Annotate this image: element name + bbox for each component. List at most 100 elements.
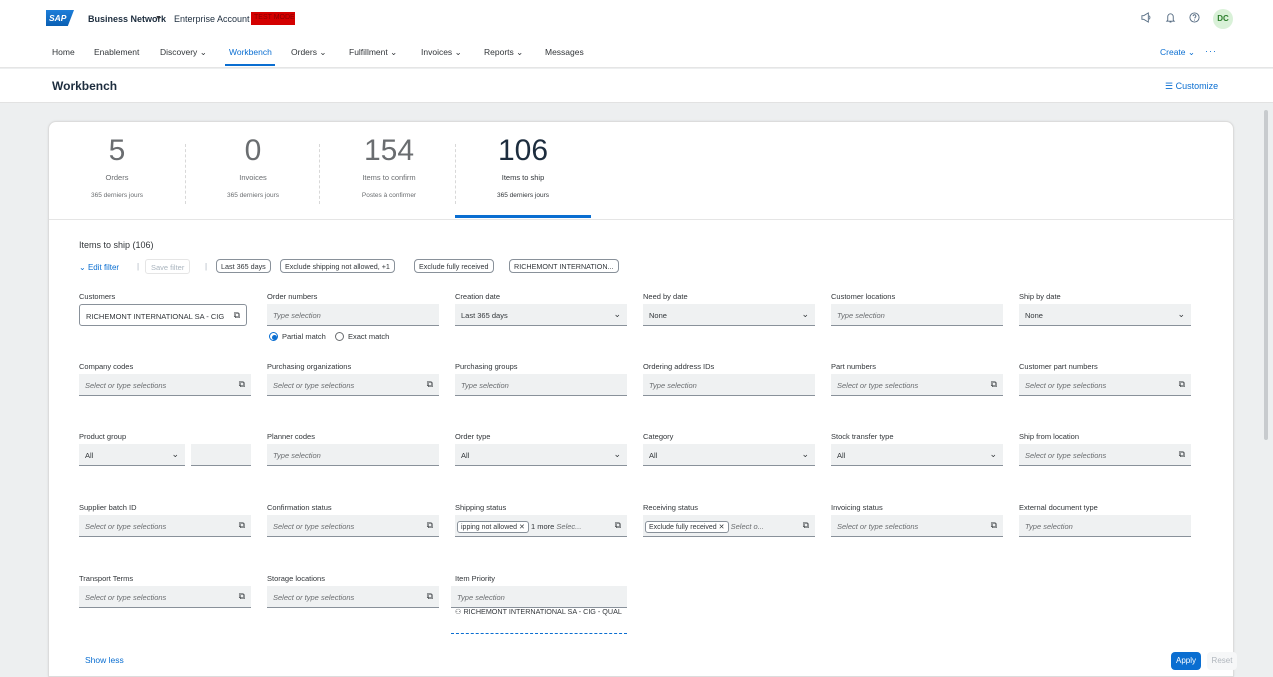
order-numbers-input[interactable]: Type selection <box>267 304 439 326</box>
value-help-icon[interactable]: ⧉ <box>234 310 240 321</box>
product-group-select[interactable]: All ⌄ <box>79 444 185 466</box>
placeholder: Selec... <box>556 522 582 531</box>
filter-chip[interactable]: RICHEMONT INTERNATION... <box>509 259 619 273</box>
transport-terms-input[interactable]: Select or type selections ⧉ <box>79 586 251 608</box>
purchasing-orgs-input[interactable]: Select or type selections ⧉ <box>267 374 439 396</box>
value-help-icon[interactable]: ⧉ <box>1179 379 1185 390</box>
item-priority-input[interactable]: Type selection <box>451 586 627 608</box>
placeholder: Select or type selections <box>837 381 919 390</box>
megaphone-icon[interactable] <box>1141 12 1152 26</box>
product-group-input[interactable] <box>191 444 251 466</box>
nav-invoices[interactable]: Invoices ⌄ <box>421 47 462 58</box>
value-help-icon[interactable]: ⧉ <box>1179 449 1185 460</box>
nav-messages[interactable]: Messages <box>545 47 584 57</box>
filter-chip[interactable]: Exclude shipping not allowed, +1 <box>280 259 395 273</box>
page-header: Workbench ☰ Customize <box>0 69 1273 103</box>
nav-workbench[interactable]: Workbench <box>229 47 272 57</box>
close-icon[interactable]: ✕ <box>519 524 525 531</box>
value-help-icon[interactable]: ⧉ <box>239 520 245 531</box>
confirmation-status-input[interactable]: Select or type selections ⧉ <box>267 515 439 537</box>
help-icon[interactable] <box>1189 12 1200 26</box>
shipping-status-label: Shipping status <box>455 503 507 512</box>
reset-button[interactable]: Reset <box>1207 652 1237 670</box>
nav-discovery[interactable]: Discovery ⌄ <box>160 47 207 58</box>
customer-locations-input[interactable]: Type selection <box>831 304 1003 326</box>
save-filter-button[interactable]: Save filter <box>145 259 191 274</box>
planner-codes-input[interactable]: Type selection <box>267 444 439 466</box>
separator: | <box>137 262 140 271</box>
apply-button[interactable]: Apply <box>1171 652 1201 670</box>
customize-icon: ☰ <box>1165 81 1174 91</box>
need-by-date-select[interactable]: None ⌄ <box>643 304 815 326</box>
value-help-icon[interactable]: ⧉ <box>991 379 997 390</box>
nav-enablement[interactable]: Enablement <box>94 47 139 57</box>
nav-home[interactable]: Home <box>52 47 75 57</box>
creation-date-select[interactable]: Last 365 days ⌄ <box>455 304 627 326</box>
customer-part-numbers-input[interactable]: Select or type selections ⧉ <box>1019 374 1191 396</box>
edit-filter-button[interactable]: ⌄ Edit filter <box>79 263 119 272</box>
tile-items-to-ship[interactable]: 106 Items to ship 365 derniers jours <box>458 134 588 199</box>
ordering-address-input[interactable]: Type selection <box>643 374 815 396</box>
suggestion-item[interactable]: ⚇ RICHEMONT INTERNATIONAL SA - CIG - QUA… <box>451 606 627 634</box>
tile-sub: Postes à confirmer <box>361 192 417 199</box>
shipping-status-input[interactable]: ipping not allowed ✕ 1 more Selec... ⧉ <box>455 515 627 537</box>
order-type-select[interactable]: All ⌄ <box>455 444 627 466</box>
ship-by-date-select[interactable]: None ⌄ <box>1019 304 1191 326</box>
purchasing-groups-input[interactable]: Type selection <box>455 374 627 396</box>
bell-icon[interactable] <box>1165 12 1176 26</box>
placeholder: Select o... <box>730 522 764 531</box>
value-help-icon[interactable]: ⧉ <box>803 520 809 531</box>
exact-match-radio[interactable]: Exact match <box>335 332 389 341</box>
customers-field[interactable]: RICHEMONT INTERNATIONAL SA - CIG ⧉ <box>79 304 247 326</box>
avatar[interactable]: DC <box>1213 9 1233 29</box>
filter-chip[interactable]: Exclude fully received <box>414 259 494 273</box>
partial-match-radio[interactable]: Partial match <box>269 332 326 341</box>
category-select[interactable]: All ⌄ <box>643 444 815 466</box>
tile-orders[interactable]: 5 Orders 365 derniers jours <box>52 134 182 199</box>
value-help-icon[interactable]: ⧉ <box>239 379 245 390</box>
tile-invoices[interactable]: 0 Invoices 365 derniers jours <box>188 134 318 199</box>
ship-from-label: Ship from location <box>1019 432 1080 441</box>
value-help-icon[interactable]: ⧉ <box>991 520 997 531</box>
storage-locations-input[interactable]: Select or type selections ⧉ <box>267 586 439 608</box>
caret-down-icon[interactable]: ▼ <box>155 15 162 22</box>
edit-filter-label: Edit filter <box>87 263 120 272</box>
supplier-batch-input[interactable]: Select or type selections ⧉ <box>79 515 251 537</box>
receiving-status-input[interactable]: Exclude fully received ✕ Select o... ⧉ <box>643 515 815 537</box>
more-icon[interactable]: ··· <box>1205 46 1217 56</box>
more-tokens[interactable]: 1 more <box>531 522 554 531</box>
filter-chip[interactable]: Last 365 days <box>216 259 271 273</box>
ship-from-input[interactable]: Select or type selections ⧉ <box>1019 444 1191 466</box>
close-icon[interactable]: ✕ <box>719 524 725 531</box>
value-help-icon[interactable]: ⧉ <box>615 520 621 531</box>
value-help-icon[interactable]: ⧉ <box>427 520 433 531</box>
show-less-link[interactable]: Show less <box>85 655 124 665</box>
scrollbar[interactable] <box>1264 110 1268 440</box>
nav-reports[interactable]: Reports ⌄ <box>484 47 523 58</box>
part-numbers-input[interactable]: Select or type selections ⧉ <box>831 374 1003 396</box>
company-codes-input[interactable]: Select or type selections ⧉ <box>79 374 251 396</box>
create-button[interactable]: Create ⌄ <box>1160 47 1195 58</box>
sap-logo[interactable]: SAP <box>46 10 74 26</box>
receiving-status-token[interactable]: Exclude fully received ✕ <box>645 521 729 533</box>
shell-bar: SAP Business Network ▼ Enterprise Accoun… <box>0 0 1273 38</box>
stock-transfer-select[interactable]: All ⌄ <box>831 444 1003 466</box>
tile-items-to-confirm[interactable]: 154 Items to confirm Postes à confirmer <box>324 134 454 199</box>
value-help-icon[interactable]: ⧉ <box>239 591 245 602</box>
token-label: ipping not allowed <box>461 524 518 531</box>
placeholder: Type selection <box>461 381 509 390</box>
tile-label: Items to confirm <box>362 173 416 182</box>
placeholder: Type selection <box>649 381 697 390</box>
value-help-icon[interactable]: ⧉ <box>427 379 433 390</box>
receiving-status-label: Receiving status <box>643 503 699 512</box>
nav-orders[interactable]: Orders ⌄ <box>291 47 326 58</box>
part-numbers-label: Part numbers <box>831 362 877 371</box>
invoicing-status-input[interactable]: Select or type selections ⧉ <box>831 515 1003 537</box>
external-doc-input[interactable]: Type selection <box>1019 515 1191 537</box>
tile-value: 154 <box>363 134 415 167</box>
value-help-icon[interactable]: ⧉ <box>427 591 433 602</box>
placeholder: Type selection <box>273 451 321 460</box>
nav-fulfillment[interactable]: Fulfillment ⌄ <box>349 47 397 58</box>
shipping-status-token[interactable]: ipping not allowed ✕ <box>457 521 529 533</box>
customize-button[interactable]: ☰ Customize <box>1165 81 1218 92</box>
